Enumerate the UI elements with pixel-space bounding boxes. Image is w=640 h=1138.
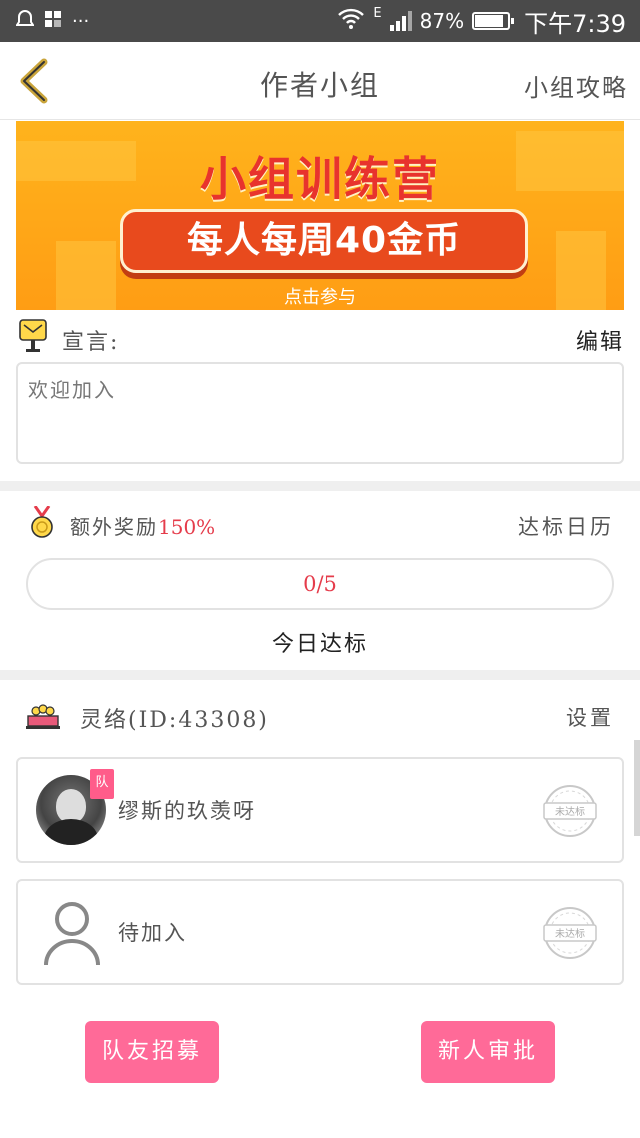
status-stamp: 未达标 [540, 905, 600, 961]
edit-declaration-button[interactable]: 编辑 [576, 324, 624, 356]
group-settings-button[interactable]: 设置 [566, 702, 614, 732]
calendar-link[interactable]: 达标日历 [518, 511, 614, 541]
member-card[interactable]: 队 缪斯的玖羡呀 未达标 [16, 757, 624, 863]
banner-highlight-text: 每人每周40金币 [186, 220, 462, 261]
banner-join-link[interactable]: 点击参与 [16, 283, 624, 309]
extra-reward-label: 额外奖励150% [70, 511, 215, 540]
status-stamp: 未达标 [540, 783, 600, 839]
banner-highlight: 每人每周40金币 [120, 209, 528, 273]
scrollbar[interactable] [634, 740, 640, 836]
signal-icon [389, 11, 412, 31]
clock: 下午7:39 [524, 9, 626, 38]
stamp-text: 未达标 [555, 806, 585, 818]
app-icon [44, 10, 62, 33]
banner-title: 小组训练营 [200, 152, 440, 206]
network-type: E [373, 6, 382, 21]
section-divider [0, 670, 640, 680]
status-right: E 87% 下午7:39 [337, 6, 626, 38]
member-name: 缪斯的玖羡呀 [118, 799, 256, 823]
training-camp-banner[interactable]: 小组训练营 每人每周40金币 点击参与 [16, 121, 624, 310]
stamp-text: 未达标 [555, 928, 585, 940]
battery-percent: 87% [419, 9, 465, 33]
member-name: 待加入 [118, 921, 187, 945]
extra-reward-percent: 150% [158, 515, 216, 539]
user-placeholder-icon [42, 899, 102, 967]
battery-fill [475, 15, 503, 27]
mailbox-icon [18, 318, 48, 354]
declaration-label: 宣言: [62, 330, 120, 355]
section-divider [0, 481, 640, 491]
status-bar: ··· E 87% 下午7:39 [0, 0, 640, 42]
group-icon [26, 702, 60, 730]
recruit-button[interactable]: 队友招募 [85, 1021, 219, 1083]
medal-icon [30, 505, 54, 540]
approve-button[interactable]: 新人审批 [421, 1021, 555, 1083]
extra-reward-text: 额外奖励 [70, 515, 158, 539]
status-left: ··· [15, 8, 90, 34]
progress-text: 0/5 [303, 572, 337, 596]
weekly-progress-bar: 0/5 [26, 558, 614, 610]
group-name: 灵络(ID:43308) [80, 708, 269, 733]
member-card[interactable]: 待加入 未达标 [16, 879, 624, 985]
declaration-text: 欢迎加入 [16, 362, 624, 464]
leader-badge: 队 [90, 769, 114, 799]
battery-icon [472, 12, 515, 30]
declaration-header: 宣言: 编辑 [18, 318, 624, 358]
more-dots-icon: ··· [72, 10, 90, 32]
wifi-icon [337, 8, 365, 35]
today-target-button[interactable]: 今日达标 [0, 626, 640, 658]
nav-bar: 作者小组 小组攻略 [0, 42, 640, 120]
group-guide-link[interactable]: 小组攻略 [524, 68, 628, 103]
notification-icon [15, 9, 35, 34]
